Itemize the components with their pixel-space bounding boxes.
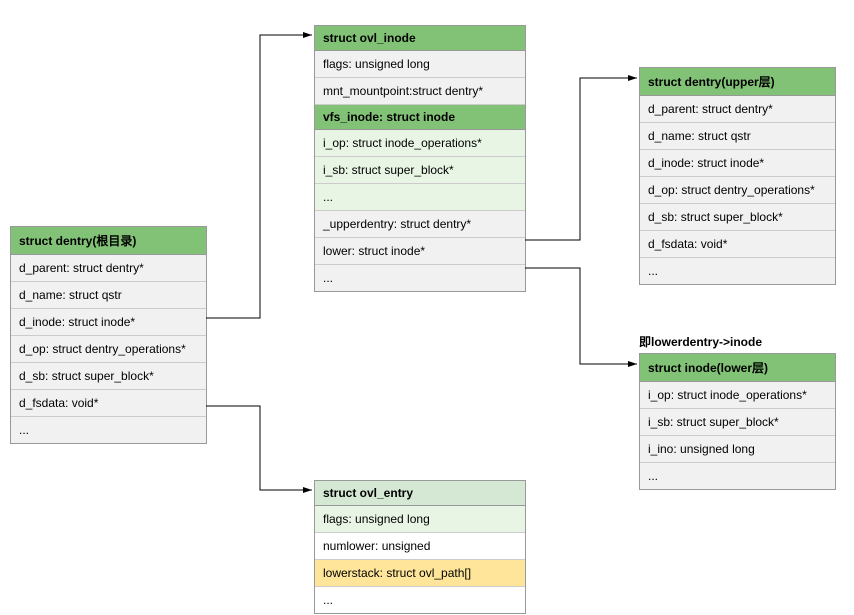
field-low-i-sb: i_sb: struct super_block* xyxy=(640,409,835,436)
field-low-i-ino: i_ino: unsigned long xyxy=(640,436,835,463)
field-up-d-fsdata: d_fsdata: void* xyxy=(640,231,835,258)
inode-lower-header: struct inode(lower层) xyxy=(640,354,835,382)
field-low-i-op: i_op: struct inode_operations* xyxy=(640,382,835,409)
field-d-op: d_op: struct dentry_operations* xyxy=(11,336,206,363)
field-lowerstack: lowerstack: struct ovl_path[] xyxy=(315,560,525,587)
ovl-entry-header: struct ovl_entry xyxy=(315,481,525,506)
field-up-d-sb: d_sb: struct super_block* xyxy=(640,204,835,231)
vfs-inode-header: vfs_inode: struct inode xyxy=(315,105,525,130)
field-vfs-ellipsis: ... xyxy=(315,184,525,211)
struct-dentry-upper: struct dentry(upper层) d_parent: struct d… xyxy=(639,67,836,285)
field-up-d-op: d_op: struct dentry_operations* xyxy=(640,177,835,204)
field-d-parent: d_parent: struct dentry* xyxy=(11,255,206,282)
field-bottom-ellipsis: ... xyxy=(315,265,525,291)
struct-inode-lower: struct inode(lower层) i_op: struct inode_… xyxy=(639,353,836,490)
field-d-sb: d_sb: struct super_block* xyxy=(11,363,206,390)
field-flags: flags: unsigned long xyxy=(315,51,525,78)
field-d-fsdata: d_fsdata: void* xyxy=(11,390,206,417)
field-entry-ellipsis: ... xyxy=(315,587,525,613)
field-upperdentry: _upperdentry: struct dentry* xyxy=(315,211,525,238)
field-up-d-parent: d_parent: struct dentry* xyxy=(640,96,835,123)
field-low-ellipsis: ... xyxy=(640,463,835,489)
field-lower: lower: struct inode* xyxy=(315,238,525,265)
field-numlower: numlower: unsigned xyxy=(315,533,525,560)
struct-dentry-root: struct dentry(根目录) d_parent: struct dent… xyxy=(10,226,207,444)
field-entry-flags: flags: unsigned long xyxy=(315,506,525,533)
struct-ovl-entry: struct ovl_entry flags: unsigned long nu… xyxy=(314,480,526,614)
field-i-sb: i_sb: struct super_block* xyxy=(315,157,525,184)
dentry-upper-header: struct dentry(upper层) xyxy=(640,68,835,96)
dentry-root-header: struct dentry(根目录) xyxy=(11,227,206,255)
field-i-op: i_op: struct inode_operations* xyxy=(315,130,525,157)
field-up-ellipsis: ... xyxy=(640,258,835,284)
lowerdentry-annotation: 即lowerdentry->inode xyxy=(639,333,762,350)
field-up-d-name: d_name: struct qstr xyxy=(640,123,835,150)
field-d-name: d_name: struct qstr xyxy=(11,282,206,309)
field-d-inode: d_inode: struct inode* xyxy=(11,309,206,336)
ovl-inode-header: struct ovl_inode xyxy=(315,26,525,51)
field-ellipsis: ... xyxy=(11,417,206,443)
field-mnt-mountpoint: mnt_mountpoint:struct dentry* xyxy=(315,78,525,105)
struct-ovl-inode: struct ovl_inode flags: unsigned long mn… xyxy=(314,25,526,292)
field-up-d-inode: d_inode: struct inode* xyxy=(640,150,835,177)
